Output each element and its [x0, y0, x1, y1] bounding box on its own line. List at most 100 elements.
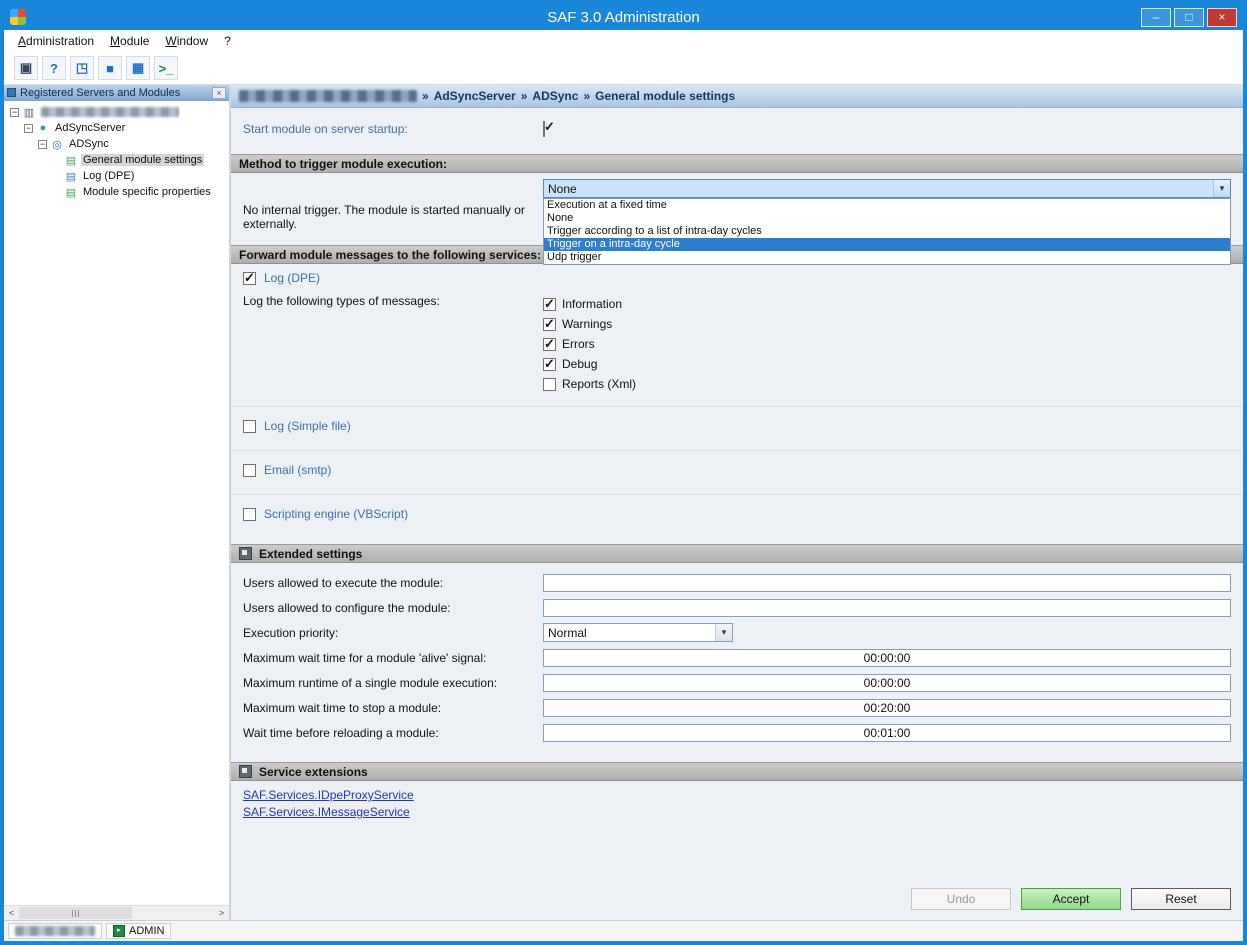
field-input-maximum-wait-time-to-stop-a-module[interactable]: 00:20:00 — [543, 699, 1231, 717]
accept-button[interactable]: Accept — [1021, 888, 1121, 910]
status-bar: ▸ ADMIN — [4, 920, 1243, 941]
minimize-button[interactable]: – — [1141, 8, 1171, 27]
field-label-users-allowed-to-execute-the-module: Users allowed to execute the module: — [243, 576, 543, 590]
tree-node-general-module-settings[interactable]: ▤General module settings — [4, 152, 229, 168]
dropdown-option-none[interactable]: None — [544, 212, 1230, 225]
service-checkbox-scripting-engine-vbscript[interactable] — [243, 508, 256, 521]
scroll-thumb[interactable] — [19, 907, 132, 919]
link-saf-services-idpeproxyservice[interactable]: SAF.Services.IDpeProxyService — [243, 787, 414, 804]
logtype-checkbox-reports-xml[interactable] — [543, 378, 556, 391]
chevron-down-icon[interactable]: ▾ — [1213, 180, 1230, 197]
service-checkbox-log-simple-file[interactable] — [243, 420, 256, 433]
tree-node-label: AdSyncServer — [53, 122, 127, 134]
console-icon[interactable]: >_ — [154, 56, 178, 80]
logtype-checkbox-debug[interactable] — [543, 358, 556, 371]
logtype-row-warnings: Warnings — [543, 314, 1231, 334]
menu-item-[interactable]: ? — [216, 31, 239, 51]
server-tree: ▥●AdSyncServer◎ADSync▤General module set… — [4, 101, 229, 905]
dropdown-option-execution-at-a-fixed-time[interactable]: Execution at a fixed time — [544, 199, 1230, 212]
logtype-checkbox-warnings[interactable] — [543, 318, 556, 331]
collapse-icon[interactable] — [239, 765, 252, 778]
logtype-row-errors: Errors — [543, 334, 1231, 354]
logtype-row-debug: Debug — [543, 354, 1231, 374]
field-input-users-allowed-to-configure-the-module[interactable] — [543, 599, 1231, 617]
logtype-checkbox-information[interactable] — [543, 298, 556, 311]
tree-node-redacted-label — [41, 107, 179, 117]
maximize-button[interactable]: □ — [1174, 8, 1204, 27]
dropdown-option-trigger-on-a-intra-day-cycle[interactable]: Trigger on a intra-day cycle — [544, 238, 1230, 251]
help-icon[interactable]: ? — [42, 56, 66, 80]
chevron-down-icon[interactable]: ▾ — [715, 624, 732, 641]
trigger-header-label: Method to trigger module execution: — [239, 157, 447, 171]
panel-pin-icon — [7, 88, 16, 97]
field-row-maximum-runtime-of-a-single-module-execution: Maximum runtime of a single module execu… — [231, 671, 1243, 694]
trigger-row: No internal trigger. The module is start… — [231, 179, 1243, 235]
reset-button[interactable]: Reset — [1131, 888, 1231, 910]
logtype-label-debug: Debug — [562, 357, 597, 371]
sidebar-close-icon[interactable]: × — [212, 87, 226, 99]
register-server-icon[interactable]: ▣ — [14, 56, 38, 80]
status-server-redacted — [15, 926, 95, 936]
service-checkbox-log-dpe[interactable] — [243, 272, 256, 285]
window-view-icon[interactable]: ■ — [98, 56, 122, 80]
trigger-combobox[interactable]: None ▾ — [543, 179, 1231, 198]
tree-node-module-specific-properties[interactable]: ▤Module specific properties — [4, 184, 229, 200]
sidebar-title: Registered Servers and Modules — [20, 87, 180, 99]
settings-page-icon: ▤ — [64, 154, 78, 167]
app-window: SAF 3.0 Administration – □ × Administrat… — [0, 0, 1247, 945]
startup-checkbox[interactable] — [543, 121, 545, 137]
field-input-wait-time-before-reloading-a-module[interactable]: 00:01:00 — [543, 724, 1231, 742]
breadcrumb-item-adsync[interactable]: ADSync — [532, 89, 578, 103]
field-label-users-allowed-to-configure-the-module: Users allowed to configure the module: — [243, 601, 543, 615]
grid-view-icon[interactable]: ▦ — [126, 56, 150, 80]
link-saf-services-imessageservice[interactable]: SAF.Services.IMessageService — [243, 804, 410, 821]
close-button[interactable]: × — [1207, 8, 1237, 27]
field-input-users-allowed-to-execute-the-module[interactable] — [543, 574, 1231, 592]
tree-node-adsync[interactable]: ◎ADSync — [4, 136, 229, 152]
service-row-scripting-engine-vbscript: Scripting engine (VBScript) — [231, 494, 1243, 526]
logtype-label-information: Information — [562, 297, 622, 311]
service-row-log-dpe: Log (DPE) — [231, 264, 1243, 290]
field-label-maximum-wait-time-for-a-module-alive-signal: Maximum wait time for a module 'alive' s… — [243, 651, 543, 665]
breadcrumb-item-general-module-settings[interactable]: General module settings — [595, 89, 735, 103]
breadcrumb-item-adsyncserver[interactable]: AdSyncServer — [434, 89, 516, 103]
breadcrumb-separator: » — [583, 89, 590, 103]
split-view-icon[interactable]: ◳ — [70, 56, 94, 80]
field-label-maximum-wait-time-to-stop-a-module: Maximum wait time to stop a module: — [243, 701, 543, 715]
field-input-maximum-wait-time-for-a-module-alive-signal[interactable]: 00:00:00 — [543, 649, 1231, 667]
service-label-email-smtp: Email (smtp) — [264, 463, 331, 477]
field-input-maximum-runtime-of-a-single-module-execution[interactable]: 00:00:00 — [543, 674, 1231, 692]
dropdown-option-trigger-according-to-a-list-of-intra-day-cycles[interactable]: Trigger according to a list of intra-day… — [544, 225, 1230, 238]
menu-item-module[interactable]: Module — [102, 31, 157, 51]
app-icon — [10, 9, 26, 25]
service-checkbox-email-smtp[interactable] — [243, 464, 256, 477]
server-icon: ● — [36, 122, 50, 135]
tree-expander-icon[interactable] — [38, 140, 47, 149]
menu-item-administration[interactable]: Administration — [10, 31, 102, 51]
breadcrumb: »AdSyncServer»ADSync»General module sett… — [231, 85, 1243, 108]
tree-node-log-dpe[interactable]: ▤Log (DPE) — [4, 168, 229, 184]
status-server-chip — [8, 923, 102, 939]
collapse-icon[interactable] — [239, 547, 252, 560]
scroll-track[interactable] — [19, 906, 214, 920]
scroll-right-button[interactable]: > — [214, 906, 229, 920]
title-bar: SAF 3.0 Administration – □ × — [4, 4, 1243, 30]
scroll-left-button[interactable]: < — [4, 906, 19, 920]
logtype-checkbox-errors[interactable] — [543, 338, 556, 351]
menu-item-window[interactable]: Window — [157, 31, 216, 51]
horizontal-scrollbar[interactable]: < > — [4, 905, 229, 920]
window-controls: – □ × — [1141, 8, 1237, 27]
module-icon: ◎ — [50, 138, 64, 151]
dropdown-option-udp-trigger[interactable]: Udp trigger — [544, 251, 1230, 264]
tree-expander-icon[interactable] — [24, 124, 33, 133]
priority-select[interactable]: Normal▾ — [543, 623, 733, 642]
breadcrumb-separator: » — [521, 89, 528, 103]
tree-node-adsyncserver[interactable]: ●AdSyncServer — [4, 120, 229, 136]
tree-expander-icon[interactable] — [10, 108, 19, 117]
sidebar-header: Registered Servers and Modules × — [4, 85, 229, 101]
services-list: Log (DPE)Log the following types of mess… — [231, 264, 1243, 526]
tree-node-server-root[interactable]: ▥ — [4, 104, 229, 120]
breadcrumb-server-redacted — [239, 90, 417, 102]
service-label-log-dpe: Log (DPE) — [264, 271, 320, 285]
logtype-row-information: Information — [543, 294, 1231, 314]
